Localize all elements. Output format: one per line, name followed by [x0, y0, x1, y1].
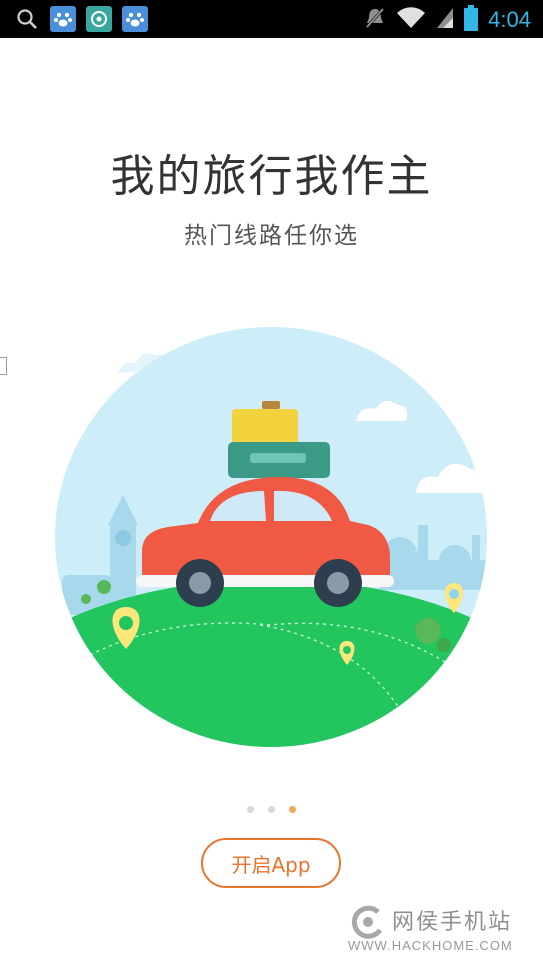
- status-clock: 4:04: [488, 7, 531, 32]
- watermark-name: 网侯手机站: [392, 910, 513, 935]
- status-bar: 4:04: [0, 0, 543, 38]
- watermark-url: WWW.HACKHOME.COM: [348, 938, 513, 953]
- page-indicator: [0, 806, 543, 813]
- battery-icon: [464, 5, 479, 35]
- hd-app-icon: [86, 6, 112, 32]
- hackhome-logo-icon: [351, 905, 383, 939]
- baidu-app-icon: [122, 6, 148, 32]
- wifi-icon: [396, 6, 426, 34]
- page-dot: [247, 806, 254, 813]
- search-icon[interactable]: [14, 6, 40, 32]
- onboarding-subtitle: 热门线路任你选: [184, 223, 359, 249]
- baidu-app-icon: [50, 6, 76, 32]
- edge-handle: [0, 357, 7, 375]
- page-dot: [268, 806, 275, 813]
- page-dot-active: [289, 806, 296, 813]
- onboarding-title: 我的旅行我作主: [110, 151, 433, 202]
- notification-muted-icon: [364, 6, 386, 34]
- open-app-button[interactable]: 开启App: [201, 838, 341, 888]
- signal-icon: [436, 6, 454, 34]
- travel-car-illustration: [55, 327, 487, 747]
- watermark: 网侯手机站 WWW.HACKHOME.COM: [348, 900, 533, 960]
